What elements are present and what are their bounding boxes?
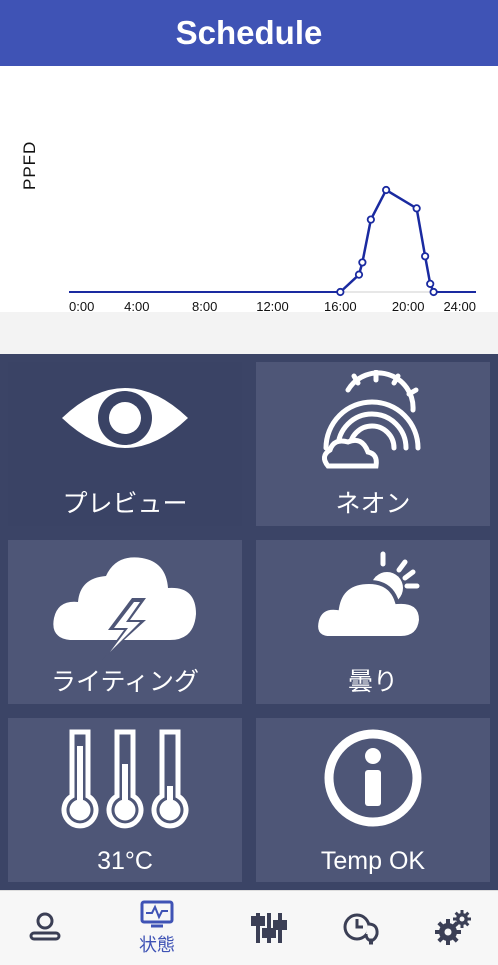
data-point <box>336 287 345 297</box>
x-tick-label: 24:00 <box>443 299 476 314</box>
user-icon <box>29 912 61 941</box>
thunderstorm-icon <box>53 557 196 660</box>
x-tick-label: 0:00 <box>69 299 94 314</box>
cloudy-icon <box>314 551 424 640</box>
mode-grid: プレビュー ネオン ライティング 曇り 31°C Temp OK <box>0 355 498 890</box>
x-tick-label: 8:00 <box>192 299 217 314</box>
tile-cloudy[interactable]: 曇り <box>256 540 490 704</box>
rainbow-icon <box>322 370 421 469</box>
tile-temperature[interactable]: 31°C <box>8 718 242 882</box>
data-point <box>382 185 391 195</box>
x-tick-label: 4:00 <box>124 299 149 314</box>
tile-label: Temp OK <box>320 847 426 875</box>
thermometers-icon <box>61 729 189 829</box>
tile-temp-status[interactable]: Temp OK <box>256 718 490 882</box>
tile-preview[interactable]: プレビュー <box>8 362 242 526</box>
tile-label: 曇り <box>347 668 398 696</box>
nav-item-user[interactable] <box>5 891 85 965</box>
data-point <box>421 252 430 261</box>
data-point <box>354 270 364 279</box>
data-point <box>358 258 367 267</box>
monitor-icon <box>140 900 174 928</box>
data-point <box>426 279 435 288</box>
nav-item-status[interactable]: 状態 <box>117 891 197 965</box>
nav-label: 状態 <box>139 935 175 955</box>
x-tick-label: 16:00 <box>324 299 357 314</box>
tile-label: ネオン <box>335 490 411 518</box>
x-tick-label: 12:00 <box>256 299 289 314</box>
tile-label: プレビュー <box>62 490 188 518</box>
sliders-icon <box>251 913 287 943</box>
x-tick-label: 20:00 <box>392 299 425 314</box>
info-icon <box>324 729 422 827</box>
tile-neon[interactable]: ネオン <box>256 362 490 526</box>
bottom-navigation: 状態 <box>0 890 498 965</box>
nav-item-system[interactable] <box>413 891 493 965</box>
data-point <box>412 204 421 213</box>
series-line <box>339 188 435 293</box>
data-point <box>366 215 375 224</box>
page-title: Schedule <box>175 14 323 51</box>
tile-label: ライティング <box>50 668 199 696</box>
nav-item-settings[interactable] <box>229 891 309 965</box>
tile-label: 31°C <box>97 847 153 875</box>
data-point <box>429 287 438 297</box>
eye-icon <box>62 388 188 448</box>
chart-plot: 0:00 4:00 8:00 12:00 16:00 20:00 24:00 <box>69 185 476 314</box>
gears-icon <box>435 910 471 945</box>
schedule-chart: 0:00 4:00 8:00 12:00 16:00 20:00 24:00 <box>0 66 498 354</box>
y-axis-label: PPFD <box>20 140 39 190</box>
app-header: Schedule <box>0 0 498 66</box>
tile-lighting[interactable]: ライティング <box>8 540 242 704</box>
clock-bulb-icon <box>343 913 379 945</box>
nav-item-timer[interactable] <box>321 891 401 965</box>
